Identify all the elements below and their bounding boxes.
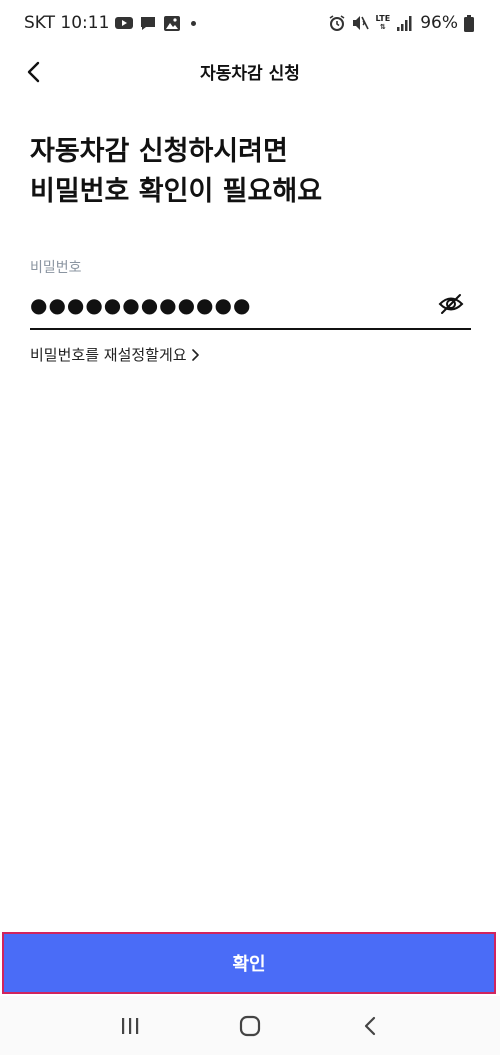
password-visibility-toggle[interactable] [437,290,465,318]
headline-line-1: 자동차감 신청하시려면 [30,136,288,167]
mute-icon [352,15,370,31]
home-icon [239,1015,261,1036]
back-icon [364,1016,376,1035]
recents-button[interactable] [110,1006,150,1046]
battery-percent: 96% [420,13,458,33]
nav-back-button[interactable] [350,1006,390,1046]
signal-icon [396,15,414,31]
page-title: 자동차감 신청 [200,64,300,84]
youtube-icon [115,15,134,31]
system-nav-bar [0,996,500,1055]
headline-line-2: 비밀번호 확인이 필요해요 [30,176,323,207]
password-field [30,282,471,330]
headline: 자동차감 신청하시려면 비밀번호 확인이 필요해요 [30,132,470,212]
alarm-icon [328,15,346,31]
reset-password-link[interactable]: 비밀번호를 재설정할게요 [30,344,199,365]
status-left: SKT 10:11 [24,13,197,33]
password-input[interactable] [30,288,420,322]
eye-off-icon [438,294,464,314]
status-right: LTE ⇅ 96% [328,13,474,33]
lte-icon: LTE ⇅ [375,14,391,32]
confirm-button[interactable]: 확인 [2,932,496,994]
battery-icon [464,14,474,32]
carrier-time: SKT 10:11 [24,13,110,33]
status-bar: SKT 10:11 LTE ⇅ 96% [0,0,500,46]
app-header: 자동차감 신청 [0,46,500,98]
password-label: 비밀번호 [30,260,82,276]
gallery-icon [163,15,181,31]
chevron-right-icon [191,348,199,361]
home-button[interactable] [230,1006,270,1046]
recents-icon [122,1017,139,1034]
chat-icon [139,15,157,31]
notification-dot-icon [191,20,197,26]
reset-password-label: 비밀번호를 재설정할게요 [30,346,187,364]
